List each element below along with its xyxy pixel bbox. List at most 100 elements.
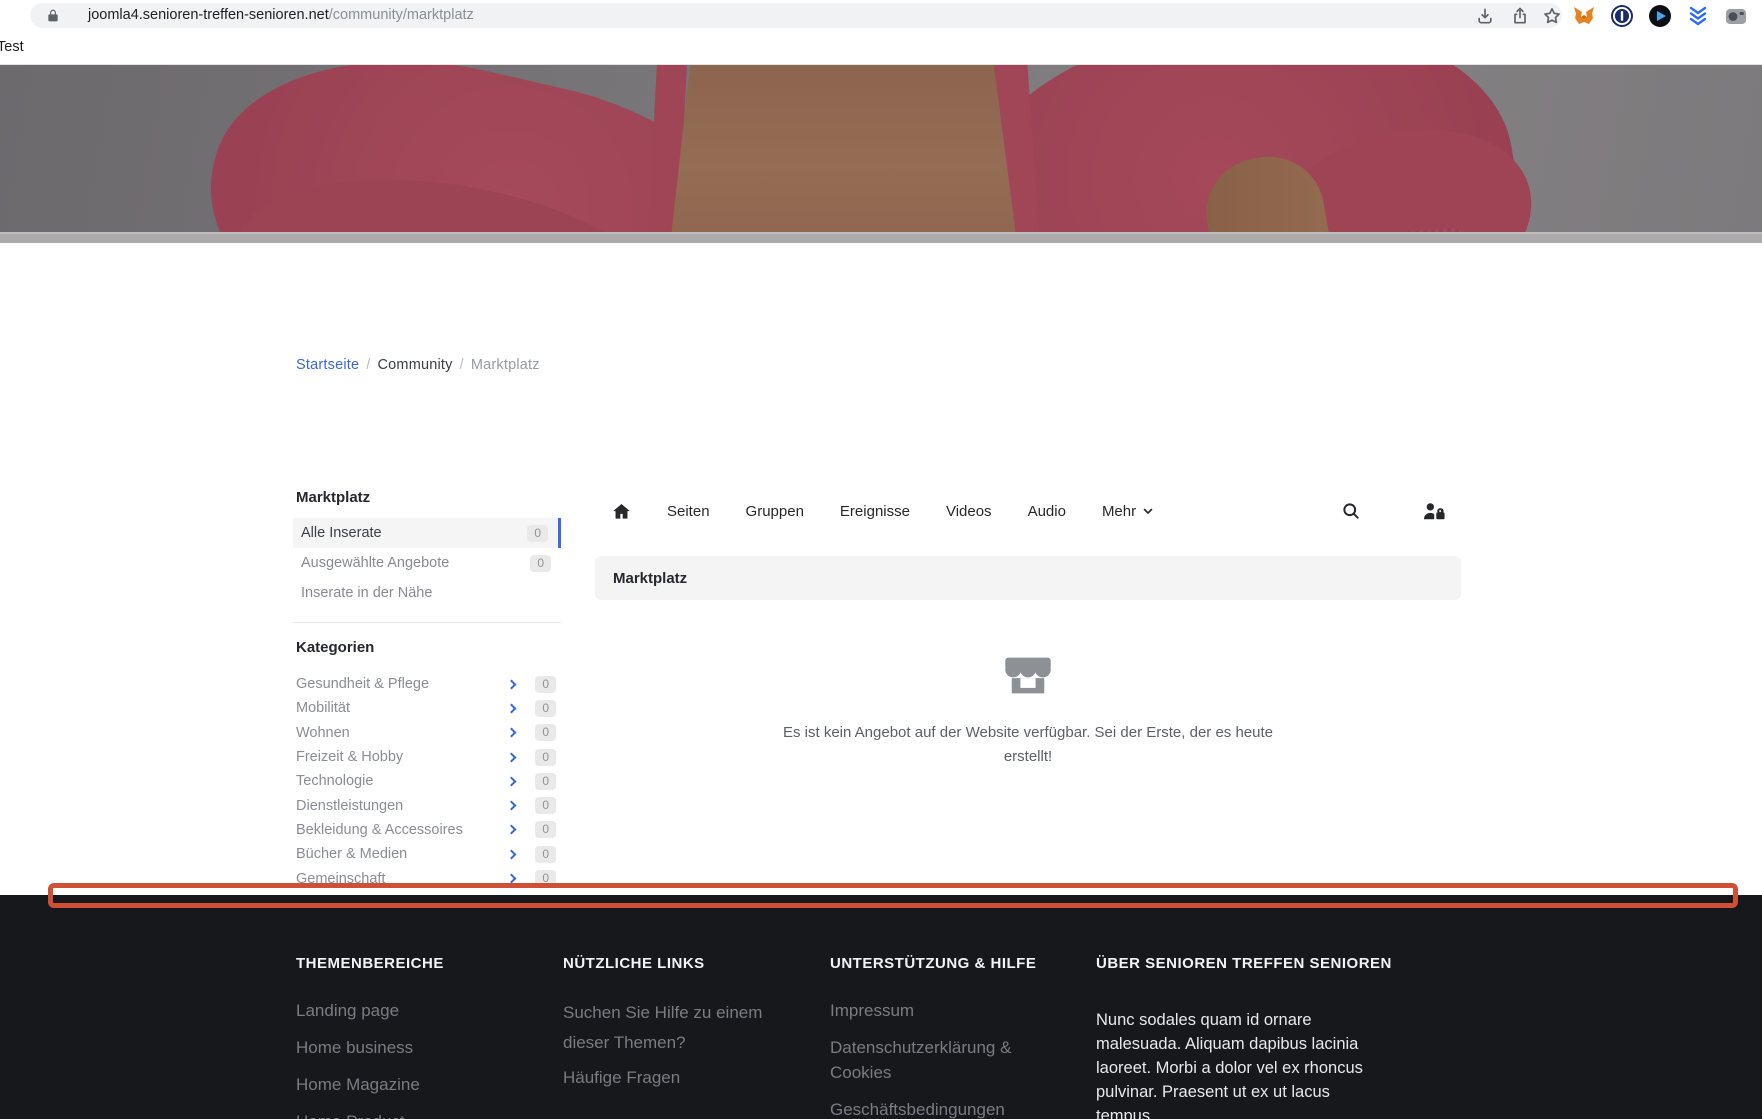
breadcrumb-section: Community: [377, 357, 453, 373]
category-label: Bücher & Medien: [296, 846, 408, 863]
footer-column-title: THEMENBEREICHE: [296, 955, 444, 972]
breadcrumb-separator: /: [459, 357, 464, 373]
empty-state: Es ist kein Angebot auf der Website verf…: [595, 650, 1461, 769]
category-wohnen[interactable]: Wohnen 0: [293, 721, 561, 745]
empty-state-message: Es ist kein Angebot auf der Website verf…: [595, 721, 1461, 769]
metamask-icon[interactable]: [1572, 4, 1596, 28]
marketplace-sidebar: Marktplatz Alle Inserate 0 Ausgewählte A…: [293, 489, 561, 915]
nav-link-seiten[interactable]: Seiten: [667, 503, 710, 520]
nav-link-mehr[interactable]: Mehr: [1102, 503, 1154, 520]
count-badge: 0: [527, 524, 548, 542]
site-top-label[interactable]: Test: [0, 39, 24, 55]
footer-link-impressum[interactable]: Impressum: [830, 998, 1048, 1023]
footer-link-home-magazine[interactable]: Home Magazine: [296, 1072, 531, 1097]
sidebar-item-label: Ausgewählte Angebote: [301, 555, 450, 571]
chevron-right-icon: [506, 873, 517, 884]
category-gesundheit-pflege[interactable]: Gesundheit & Pflege 0: [293, 672, 561, 696]
nav-link-audio[interactable]: Audio: [1028, 503, 1066, 520]
community-nav: Seiten Gruppen Ereignisse Videos Audio M…: [595, 488, 1461, 534]
category-mobilitaet[interactable]: Mobilität 0: [293, 696, 561, 720]
breadcrumb: Startseite / Community / Marktplatz: [296, 357, 540, 373]
empty-line-1: Es ist kein Angebot auf der Website verf…: [782, 724, 1273, 741]
media-play-icon[interactable]: [1648, 4, 1672, 28]
wallet-icon[interactable]: [1724, 4, 1748, 28]
sidebar-item-inserate-in-der-naehe[interactable]: Inserate in der Nähe: [293, 578, 561, 608]
chevron-right-icon: [506, 800, 517, 811]
count-badge: 0: [535, 675, 556, 693]
category-dienstleistungen[interactable]: Dienstleistungen 0: [293, 793, 561, 817]
extensions-row: [1572, 4, 1762, 28]
sidebar-item-label: Inserate in der Nähe: [301, 585, 433, 601]
chevron-right-icon: [506, 824, 517, 835]
chevron-right-icon: [506, 776, 517, 787]
footer-link-geschaeftsbedingungen[interactable]: Geschäftsbedingungen: [830, 1097, 1048, 1119]
share-icon[interactable]: [1510, 6, 1530, 26]
browser-toolbar: joomla4.senioren-treffen-senioren.net/co…: [0, 0, 1762, 32]
count-badge: 0: [535, 821, 556, 839]
url-path: /community/marktplatz: [328, 7, 474, 23]
padlock-icon: [46, 8, 60, 28]
chevron-right-icon: [506, 727, 517, 738]
category-label: Wohnen: [296, 724, 350, 741]
category-buecher-medien[interactable]: Bücher & Medien 0: [293, 842, 561, 866]
chevron-right-icon: [506, 679, 517, 690]
footer-link-haeufige-fragen[interactable]: Häufige Fragen: [563, 1065, 785, 1090]
breadcrumb-current: Marktplatz: [470, 357, 540, 373]
hero-image: [0, 64, 1762, 243]
sidebar-item-alle-inserate[interactable]: Alle Inserate 0: [293, 518, 561, 548]
home-icon[interactable]: [612, 502, 631, 521]
storefront-icon: [1002, 650, 1054, 707]
category-technologie[interactable]: Technologie 0: [293, 769, 561, 793]
count-badge: 0: [535, 699, 556, 717]
browser-window: joomla4.senioren-treffen-senioren.net/co…: [0, 0, 1762, 1119]
blue-chevrons-icon[interactable]: [1686, 4, 1710, 28]
footer-link-hilfe-themen[interactable]: Suchen Sie Hilfe zu einem dieser Themen?: [563, 998, 785, 1058]
category-label: Dienstleistungen: [296, 797, 404, 814]
footer-link-home-product[interactable]: Home Product: [296, 1109, 531, 1119]
category-label: Technologie: [296, 773, 374, 790]
nav-link-videos[interactable]: Videos: [946, 503, 992, 520]
annotation-highlight-rectangle: [48, 883, 1738, 908]
breadcrumb-separator: /: [366, 357, 371, 373]
empty-line-2: erstellt!: [1003, 748, 1053, 765]
category-label: Freizeit & Hobby: [296, 749, 404, 766]
sidebar-item-ausgewaehlte-angebote[interactable]: Ausgewählte Angebote 0: [293, 548, 561, 578]
footer-link-home-business[interactable]: Home business: [296, 1035, 531, 1060]
count-badge: 0: [535, 748, 556, 766]
url-text[interactable]: joomla4.senioren-treffen-senioren.net/co…: [88, 3, 474, 28]
sidebar-item-label: Alle Inserate: [301, 525, 382, 541]
member-login-icon[interactable]: [1421, 500, 1447, 522]
nav-more-label: Mehr: [1101, 502, 1137, 520]
password-manager-icon[interactable]: [1610, 4, 1634, 28]
footer-link-landing-page[interactable]: Landing page: [296, 998, 531, 1023]
chevron-right-icon: [506, 703, 517, 714]
footer-column-title: NÜTZLICHE LINKS: [563, 955, 705, 972]
category-bekleidung-accessoires[interactable]: Bekleidung & Accessoires 0: [293, 818, 561, 842]
page-title: Marktplatz: [613, 569, 688, 587]
footer-column-title: ÜBER SENIOREN TREFFEN SENIOREN: [1096, 955, 1392, 972]
footer-column-unterstuetzung-hilfe: UNTERSTÜTZUNG & HILFE Impressum Datensch…: [830, 955, 1048, 1119]
bookmark-star-icon[interactable]: [1542, 6, 1562, 26]
count-badge: 0: [535, 724, 556, 742]
chevron-right-icon: [506, 849, 517, 860]
category-freizeit-hobby[interactable]: Freizeit & Hobby 0: [293, 745, 561, 769]
count-badge: 0: [535, 797, 556, 815]
address-bar[interactable]: joomla4.senioren-treffen-senioren.net/co…: [30, 3, 1562, 28]
footer-about-text: Nunc sodales quam id ornare malesuada. A…: [1096, 1011, 1363, 1119]
footer-link-datenschutz[interactable]: Datenschutzerklärung & Cookies: [830, 1035, 1048, 1085]
sidebar-divider: [293, 622, 561, 623]
breadcrumb-home-link[interactable]: Startseite: [296, 357, 359, 373]
count-badge: 0: [530, 554, 551, 572]
url-domain: joomla4.senioren-treffen-senioren.net: [88, 7, 329, 23]
chevron-right-icon: [506, 752, 517, 762]
count-badge: 0: [535, 845, 556, 863]
categories-title: Kategorien: [296, 639, 375, 656]
count-badge: 0: [535, 772, 556, 790]
category-label: Bekleidung & Accessoires: [296, 821, 463, 838]
nav-link-ereignisse[interactable]: Ereignisse: [840, 503, 910, 520]
search-icon[interactable]: [1341, 501, 1361, 521]
download-icon[interactable]: [1475, 6, 1495, 26]
category-label: Gesundheit & Pflege: [296, 676, 430, 693]
nav-link-gruppen[interactable]: Gruppen: [746, 503, 804, 520]
hero-overlay: [0, 65, 1762, 243]
